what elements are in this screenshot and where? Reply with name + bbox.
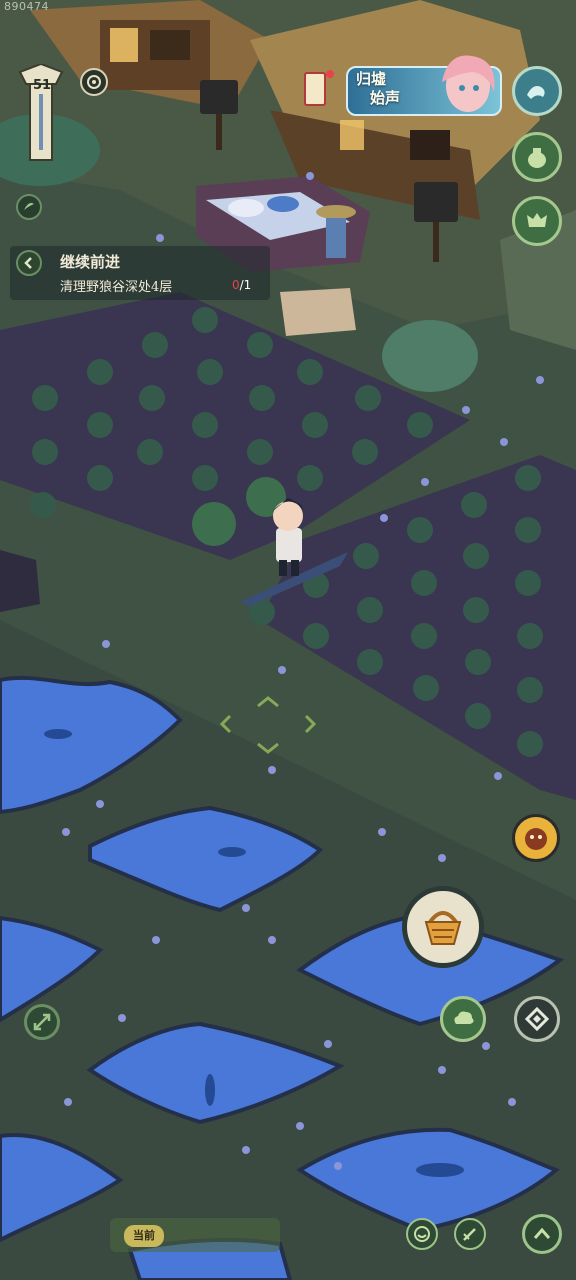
notification-dot [326, 70, 334, 78]
event-banner-line2: 始声 [370, 89, 401, 107]
jar-button[interactable] [512, 132, 562, 182]
companion-face-icon [525, 828, 547, 850]
expand-menu-button[interactable] [522, 1214, 562, 1254]
compass-button[interactable] [80, 68, 108, 96]
brush-button[interactable] [454, 1218, 486, 1250]
wave-skill-button[interactable] [512, 66, 562, 116]
emote-face-icon [414, 1226, 430, 1242]
expand-arrows-icon [33, 1013, 51, 1031]
quest-collapse-button[interactable] [16, 250, 42, 276]
event-banner-text: 归墟 始声 [356, 70, 426, 108]
cloud-skill-icon [454, 1011, 474, 1024]
basket-icon [424, 911, 462, 945]
leaf-button[interactable] [16, 194, 42, 220]
brush-icon [463, 1228, 476, 1241]
diamond-skill-icon [525, 1007, 549, 1031]
hanging-charm-icon[interactable] [304, 72, 326, 106]
jar-icon [528, 148, 546, 168]
gather-basket-button[interactable] [402, 886, 484, 968]
player-level: 51 [32, 78, 52, 93]
monster-mask-icon [527, 213, 547, 227]
quest-progress: 0/1 [232, 278, 251, 292]
event-character-portrait [442, 55, 495, 112]
quest-description: 清理野狼谷深处4层 [60, 280, 173, 295]
event-banner-line1: 归墟 [356, 70, 387, 88]
monster-button[interactable] [512, 196, 562, 246]
companion-portrait-button[interactable] [512, 814, 560, 862]
compass-icon [87, 75, 101, 89]
quest-title: 继续前进 [60, 253, 121, 271]
leaf-icon [24, 202, 34, 210]
chevron-up-icon [533, 1227, 551, 1239]
expand-view-button[interactable] [24, 1004, 60, 1040]
cloud-skill-button[interactable] [440, 996, 486, 1042]
current-location-tag: 当前 [124, 1225, 164, 1247]
quest-progress-current: 0 [232, 278, 240, 292]
emote-button[interactable] [406, 1218, 438, 1250]
diamond-skill-button[interactable] [514, 996, 560, 1042]
wave-skill-icon [527, 86, 545, 99]
quest-progress-total: /1 [239, 278, 252, 292]
chevron-left-icon [24, 257, 32, 269]
uid-label: 890474 [4, 0, 49, 13]
game-world[interactable] [0, 0, 576, 1280]
